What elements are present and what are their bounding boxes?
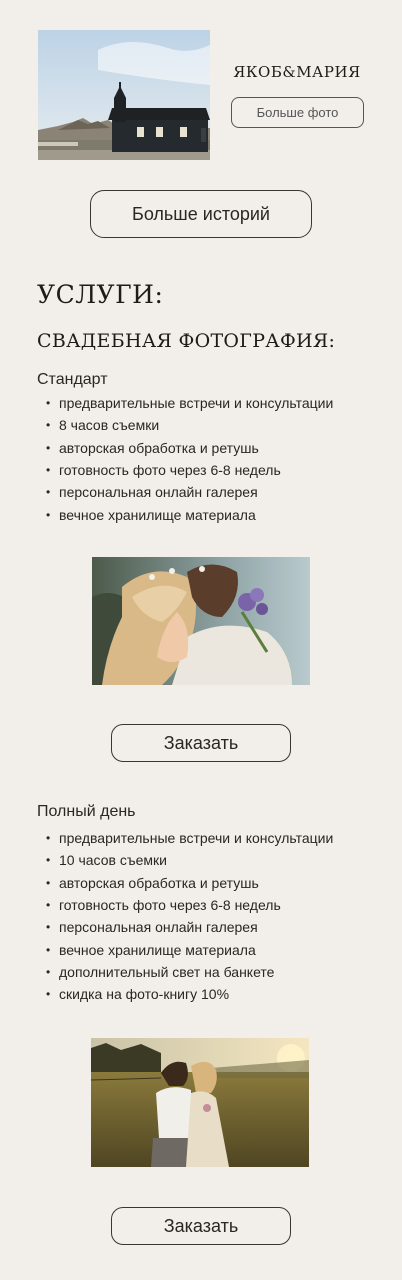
- bullet-icon: •: [46, 440, 51, 455]
- list-item: • предварительные встречи и консультации: [46, 827, 333, 849]
- bullet-icon: •: [46, 964, 51, 979]
- bullet-icon: •: [46, 920, 51, 935]
- list-item: • вечное хранилище материала: [46, 938, 333, 960]
- list-item: • персональная онлайн галерея: [46, 481, 333, 503]
- full-day-package-photo: [91, 1038, 309, 1167]
- list-item: • 10 часов съемки: [46, 849, 333, 871]
- bullet-icon: •: [46, 942, 51, 957]
- more-stories-button[interactable]: Больше историй: [90, 190, 312, 238]
- story-photo[interactable]: [38, 30, 210, 160]
- list-item: • готовность фото через 6-8 недель: [46, 894, 333, 916]
- bullet-icon: •: [46, 418, 51, 433]
- wedding-photo-heading: СВАДЕБНАЯ ФОТОГРАФИЯ:: [37, 330, 336, 352]
- bullet-icon: •: [46, 463, 51, 478]
- couple-field-photo-icon: [91, 1038, 309, 1167]
- bullet-icon: •: [46, 853, 51, 868]
- bullet-icon: •: [46, 485, 51, 500]
- bullet-icon: •: [46, 987, 51, 1002]
- list-item: • дополнительный свет на банкете: [46, 961, 333, 983]
- couple-photo-icon: [92, 557, 310, 685]
- list-item: • персональная онлайн галерея: [46, 916, 333, 938]
- bullet-icon: •: [46, 831, 51, 846]
- list-item: • вечное хранилище материала: [46, 503, 333, 525]
- story-title: ЯКОБ&МАРИЯ: [233, 63, 361, 81]
- package-standard-list: • предварительные встречи и консультации …: [46, 392, 333, 526]
- bullet-icon: •: [46, 396, 51, 411]
- package-name-standard: Стандарт: [37, 371, 108, 388]
- list-item: • предварительные встречи и консультации: [46, 392, 333, 414]
- list-item: • готовность фото через 6-8 недель: [46, 459, 333, 481]
- standard-package-photo: [92, 557, 310, 685]
- list-item: • 8 часов съемки: [46, 414, 333, 436]
- more-photos-button[interactable]: Больше фото: [231, 97, 364, 128]
- order-full-day-button[interactable]: Заказать: [111, 1207, 291, 1245]
- list-item: • авторская обработка и ретушь: [46, 437, 333, 459]
- order-standard-button[interactable]: Заказать: [111, 724, 291, 762]
- bullet-icon: •: [46, 507, 51, 522]
- bullet-icon: •: [46, 898, 51, 913]
- church-photo-icon: [38, 30, 210, 160]
- bullet-icon: •: [46, 875, 51, 890]
- list-item: • авторская обработка и ретушь: [46, 872, 333, 894]
- list-item: • скидка на фото-книгу 10%: [46, 983, 333, 1005]
- package-name-full-day: Полный день: [37, 803, 136, 820]
- services-heading: УСЛУГИ:: [37, 280, 164, 309]
- package-full-day-list: • предварительные встречи и консультации …: [46, 827, 333, 1005]
